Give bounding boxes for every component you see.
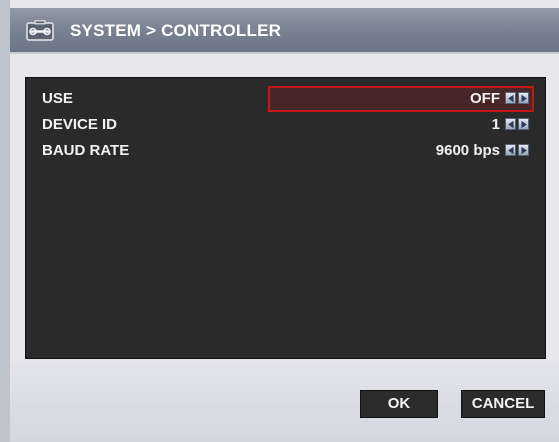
wrench-icon (26, 20, 54, 42)
setting-row-device-id[interactable]: DEVICE ID 1 (26, 113, 545, 137)
setting-row-use[interactable]: USE OFF (26, 87, 545, 111)
left-arrow-icon[interactable] (505, 118, 516, 130)
ok-button[interactable]: OK (360, 390, 438, 418)
right-arrow-icon[interactable] (518, 92, 529, 104)
window-title: SYSTEM > CONTROLLER (70, 21, 282, 40)
setting-label: USE (42, 90, 73, 107)
left-arrow-icon[interactable] (505, 92, 516, 104)
right-arrow-icon[interactable] (518, 144, 529, 156)
setting-value: 9600 bps (435, 142, 500, 159)
setting-label: DEVICE ID (42, 116, 118, 133)
window-edge (0, 0, 10, 442)
setting-value: 1 (491, 116, 500, 133)
setting-value: OFF (470, 90, 500, 107)
controller-dialog: SYSTEM > CONTROLLER USE OFF DEVICE ID 1 (0, 0, 559, 442)
right-arrow-icon[interactable] (518, 118, 529, 130)
title-bar: SYSTEM > CONTROLLER (10, 8, 559, 54)
left-arrow-icon[interactable] (505, 144, 516, 156)
setting-row-baud-rate[interactable]: BAUD RATE 9600 bps (26, 139, 545, 163)
cancel-button[interactable]: CANCEL (461, 390, 545, 418)
setting-label: BAUD RATE (42, 142, 130, 159)
settings-panel: USE OFF DEVICE ID 1 BAUD RATE 9600 bps (25, 77, 546, 359)
